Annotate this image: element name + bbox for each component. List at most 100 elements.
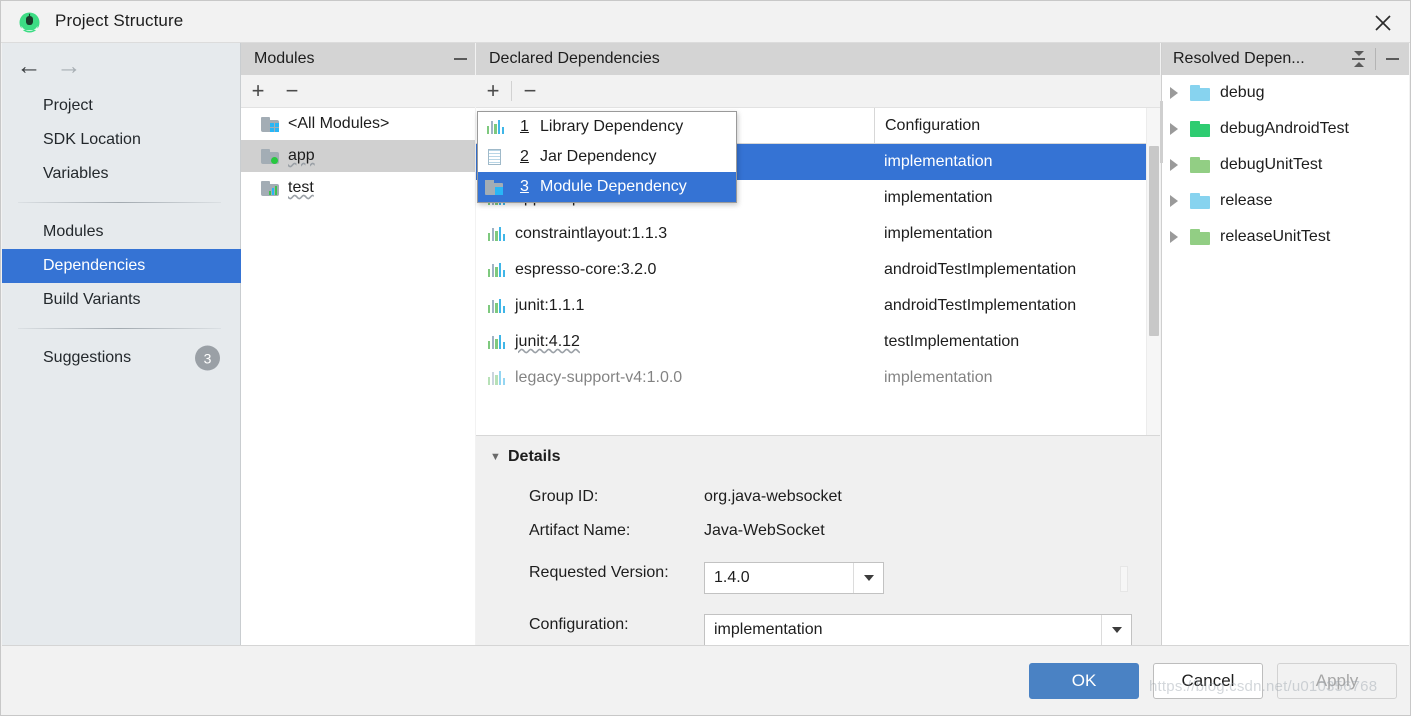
resolved-row-debug[interactable]: debug (1162, 75, 1409, 111)
variant-folder-icon (1190, 193, 1210, 209)
resolved-row-debugAndroidTest[interactable]: debugAndroidTest (1162, 111, 1409, 147)
sidebar-item-dependencies[interactable]: Dependencies (2, 249, 241, 283)
toolbar-divider (511, 81, 512, 101)
chevron-right-icon[interactable] (1170, 87, 1178, 99)
declared-dependencies-toolbar: + − (476, 75, 1160, 108)
project-structure-dialog: Project Structure ← → Project SDK Locati… (0, 0, 1411, 716)
configuration-combobox[interactable]: implementation (704, 614, 1132, 646)
variant-folder-icon (1190, 157, 1210, 173)
artifact-name-label: Artifact Name: (529, 522, 704, 540)
sidebar-nav-list: Project SDK Location Variables Modules D… (2, 89, 241, 375)
resolved-row-debugUnitTest[interactable]: debugUnitTest (1162, 147, 1409, 183)
requested-version-value: 1.4.0 (705, 569, 853, 587)
module-row-app[interactable]: app (241, 140, 475, 172)
chevron-down-icon[interactable]: ▼ (490, 451, 508, 463)
configuration-value: implementation (705, 621, 1101, 639)
chevron-down-icon[interactable] (1101, 615, 1131, 645)
page-title: Project Structure (55, 11, 183, 31)
module-row-test[interactable]: test (241, 172, 475, 204)
modules-panel-header: Modules (241, 43, 475, 75)
chevron-right-icon[interactable] (1170, 195, 1178, 207)
table-row[interactable]: espresso-core:3.2.0 androidTestImplement… (476, 252, 1160, 288)
table-row[interactable]: junit:4.12 testImplementation (476, 324, 1160, 360)
sidebar-divider-1 (18, 202, 221, 203)
chevron-right-icon[interactable] (1170, 231, 1178, 243)
requested-version-row: Requested Version: (529, 564, 704, 582)
dependency-name: junit:4.12 (515, 333, 580, 351)
dependency-configuration: implementation (874, 153, 1160, 171)
folder-all-modules-icon (261, 117, 279, 132)
resolved-dependencies-title: Resolved Depen... (1162, 50, 1342, 68)
resolved-dependencies-list: debug debugAndroidTest debugUnitTest (1162, 75, 1409, 645)
sidebar-item-sdk-location[interactable]: SDK Location (2, 123, 241, 157)
collapse-all-icon[interactable] (1342, 43, 1375, 75)
dependency-configuration: implementation (874, 189, 1160, 207)
add-dependency-menu: 1 Library Dependency 2 Jar Dependency 3 … (477, 111, 737, 203)
sidebar-divider-2 (18, 328, 221, 329)
resolved-row-release[interactable]: release (1162, 183, 1409, 219)
menu-item-library-dependency[interactable]: 1 Library Dependency (478, 112, 736, 142)
module-folder-icon (485, 180, 503, 195)
dependency-name-cell: junit:4.12 (476, 333, 874, 351)
folder-test-module-icon (261, 181, 279, 196)
chevron-down-icon[interactable] (853, 563, 883, 593)
dependency-name-cell: espresso-core:3.2.0 (476, 261, 874, 279)
dependency-name-cell: constraintlayout:1.1.3 (476, 225, 874, 243)
sidebar-item-build-variants[interactable]: Build Variants (2, 283, 241, 317)
cancel-button[interactable]: Cancel (1153, 663, 1263, 699)
table-row[interactable]: legacy-support-v4:1.0.0 implementation (476, 360, 1160, 396)
menu-item-jar-dependency[interactable]: 2 Jar Dependency (478, 142, 736, 172)
details-scrollbar[interactable] (1120, 566, 1128, 592)
sidebar-item-modules[interactable]: Modules (2, 215, 241, 249)
title-bar: Project Structure (1, 1, 1411, 43)
resolved-label: release (1220, 192, 1272, 210)
resolved-label: debugUnitTest (1220, 156, 1322, 174)
details-header[interactable]: ▼ Details (490, 448, 560, 466)
module-row-all-modules[interactable]: <All Modules> (241, 108, 475, 140)
declared-dependencies-title: Declared Dependencies (476, 50, 660, 68)
minimize-icon[interactable] (1376, 43, 1409, 75)
configuration-row: Configuration: (529, 616, 704, 634)
library-icon (488, 299, 505, 313)
modules-toolbar: + − (241, 75, 475, 108)
resolved-dependencies-header: Resolved Depen... (1162, 43, 1409, 75)
dependencies-scrollbar[interactable] (1146, 108, 1160, 435)
menu-item-module-dependency[interactable]: 3 Module Dependency (478, 172, 736, 202)
sidebar-item-project[interactable]: Project (2, 89, 241, 123)
remove-dependency-button[interactable]: − (513, 76, 547, 106)
dependency-name-cell: junit:1.1.1 (476, 297, 874, 315)
resolved-label: debug (1220, 84, 1265, 102)
forward-arrow-icon[interactable]: → (54, 53, 84, 79)
sidebar-item-variables[interactable]: Variables (2, 157, 241, 191)
group-id-label: Group ID: (529, 488, 704, 506)
requested-version-combobox[interactable]: 1.4.0 (704, 562, 884, 594)
add-dependency-button[interactable]: + (476, 76, 510, 106)
add-module-button[interactable]: + (241, 76, 275, 106)
library-icon (488, 263, 505, 277)
modules-panel-title: Modules (241, 50, 445, 68)
ok-button[interactable]: OK (1029, 663, 1139, 699)
table-row[interactable]: constraintlayout:1.1.3 implementation (476, 216, 1160, 252)
dependency-name-cell: legacy-support-v4:1.0.0 (476, 369, 874, 387)
artifact-name-value: Java-WebSocket (704, 522, 825, 540)
table-row[interactable]: junit:1.1.1 androidTestImplementation (476, 288, 1160, 324)
chevron-right-icon[interactable] (1170, 123, 1178, 135)
dependency-name: junit:1.1.1 (515, 297, 584, 315)
close-icon[interactable] (1368, 9, 1398, 37)
resolved-row-releaseUnitTest[interactable]: releaseUnitTest (1162, 219, 1409, 255)
back-arrow-icon[interactable]: ← (14, 53, 44, 79)
remove-module-button[interactable]: − (275, 76, 309, 106)
resolved-label: releaseUnitTest (1220, 228, 1330, 246)
column-header-configuration[interactable]: Configuration (874, 108, 1160, 144)
configuration-label: Configuration: (529, 616, 704, 634)
details-title: Details (508, 448, 560, 466)
minimize-icon[interactable] (445, 44, 475, 74)
sidebar-item-suggestions[interactable]: Suggestions 3 (2, 341, 241, 375)
dependency-configuration: testImplementation (874, 333, 1160, 351)
requested-version-label: Requested Version: (529, 564, 704, 582)
menu-item-label: Library Dependency (540, 118, 683, 136)
scrollbar-thumb[interactable] (1149, 146, 1159, 336)
menu-item-label: Module Dependency (540, 178, 687, 196)
chevron-right-icon[interactable] (1170, 159, 1178, 171)
jar-icon (488, 149, 501, 165)
